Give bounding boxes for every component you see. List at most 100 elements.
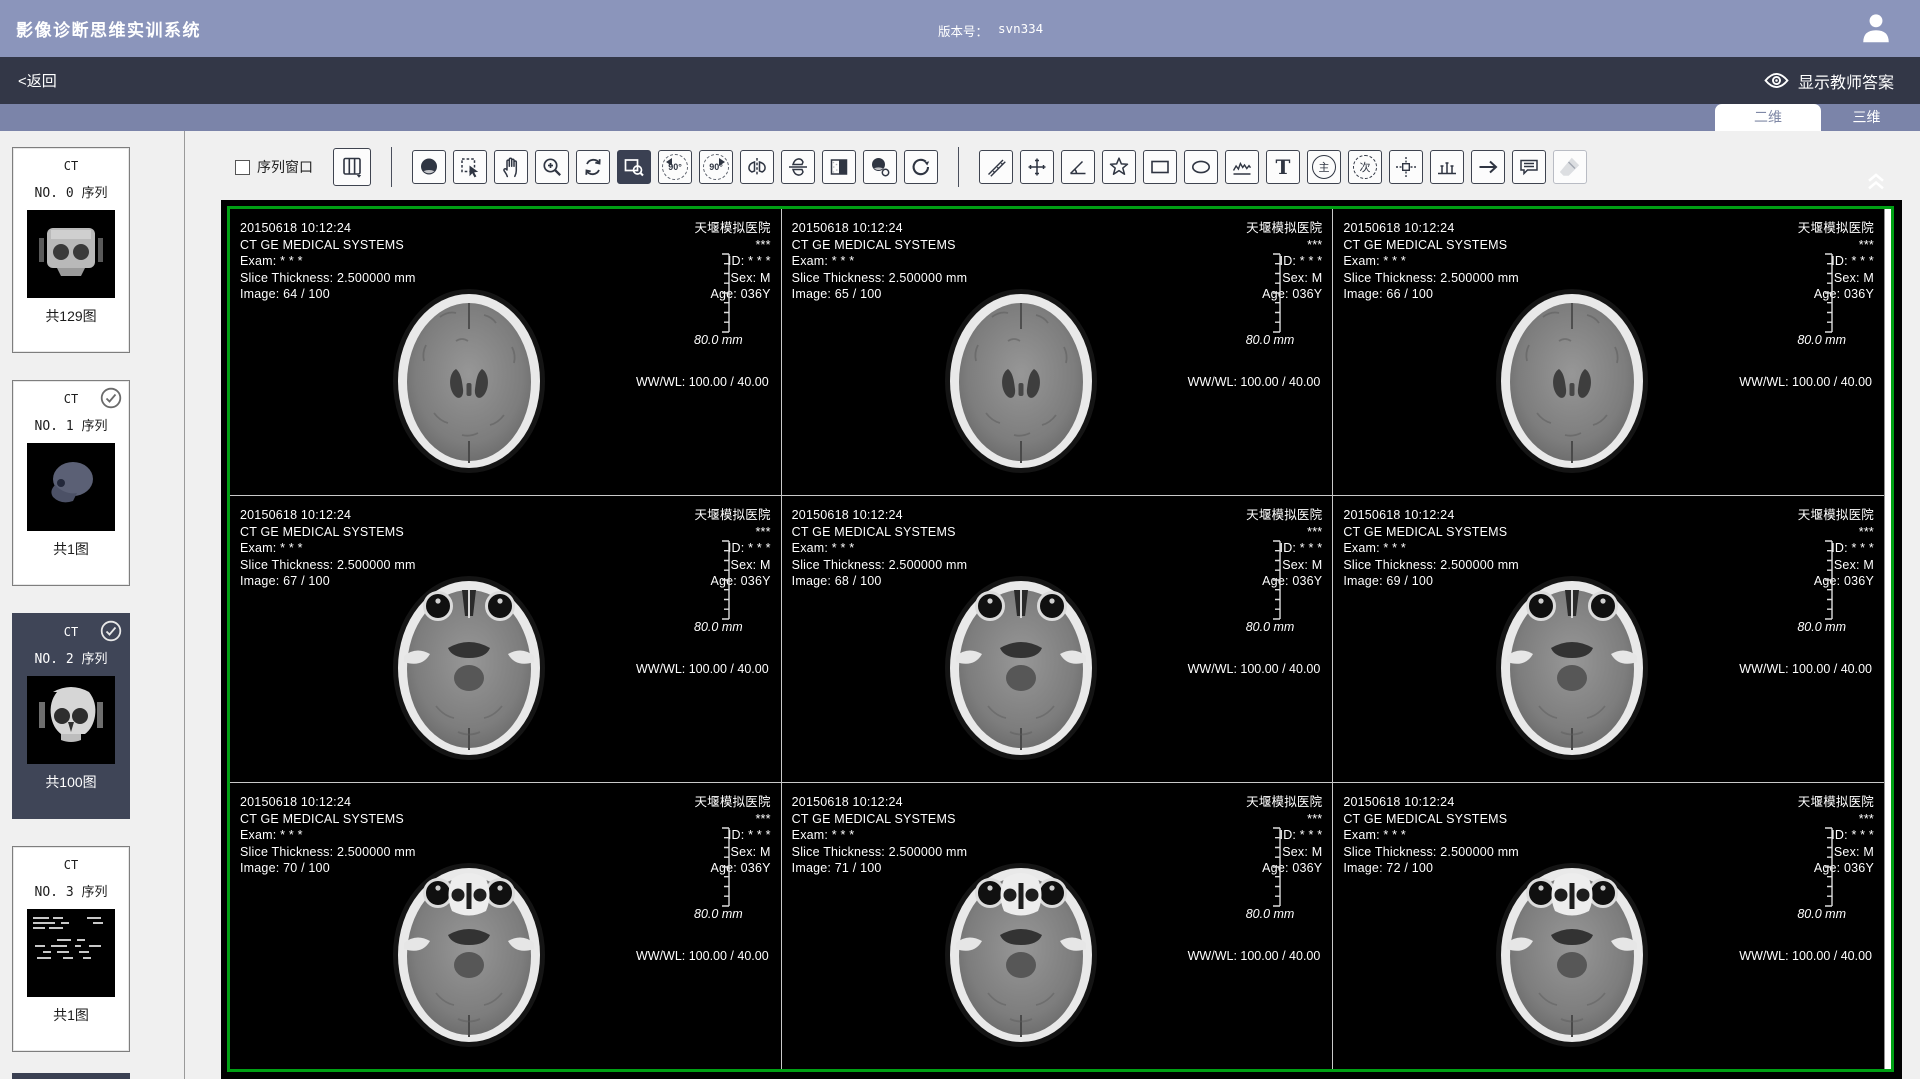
tool-measure-curve[interactable] <box>1225 150 1259 184</box>
version-value: svn334 <box>998 21 1043 40</box>
tool-text-tool[interactable]: T <box>1266 150 1300 184</box>
tool-measure-rect[interactable] <box>1143 150 1177 184</box>
series-image-count: 共100图 <box>13 772 129 792</box>
ct-slice-image <box>940 857 1102 1049</box>
patient-id: ID: * * * <box>694 827 770 844</box>
mark-secondary-glyph: 次 <box>1353 155 1377 179</box>
patient-sex: Sex: M <box>1798 270 1874 287</box>
patient-age: Age: 036Y <box>1246 286 1322 303</box>
series-card[interactable]: CT NO. 3 序列 共1图 <box>12 846 130 1052</box>
viewport-cell[interactable]: 20150618 10:12:24 CT GE MEDICAL SYSTEMS … <box>782 209 1333 495</box>
content-area: CT NO. 0 序列 共129图 CT <box>0 131 1920 1079</box>
acquisition-datetime: 20150618 10:12:24 <box>240 220 416 237</box>
series-card[interactable]: CT NO. 2 序列 共100图 <box>12 613 130 819</box>
partially-visible-series-card[interactable] <box>12 1073 130 1079</box>
patient-name-masked: *** <box>1798 237 1874 254</box>
tool-rotate-90-cw[interactable]: 90° <box>699 150 733 184</box>
tool-rotate-arrows[interactable] <box>576 150 610 184</box>
tool-measure-cross[interactable] <box>1020 150 1054 184</box>
show-teacher-answer-button[interactable]: 显示教师答案 <box>1764 69 1894 93</box>
hospital-name: 天堰模拟医院 <box>694 794 770 811</box>
tool-comment-tool[interactable] <box>1512 150 1546 184</box>
scale-label: 80.0 mm <box>694 907 743 921</box>
viewport-cell[interactable]: 20150618 10:12:24 CT GE MEDICAL SYSTEMS … <box>1333 209 1884 495</box>
tool-window-level-ball[interactable] <box>412 150 446 184</box>
tool-zoom-in[interactable] <box>535 150 569 184</box>
viewport-cell[interactable]: 20150618 10:12:24 CT GE MEDICAL SYSTEMS … <box>230 209 781 495</box>
pan-hand-icon <box>499 155 523 179</box>
tool-arrow-tool[interactable] <box>1471 150 1505 184</box>
tool-reset-view[interactable] <box>904 150 938 184</box>
series-card[interactable]: CT NO. 0 序列 共129图 <box>12 147 130 353</box>
tab-3d[interactable]: 三维 <box>1821 104 1912 131</box>
viewport-cell[interactable]: 20150618 10:12:24 CT GE MEDICAL SYSTEMS … <box>782 783 1333 1069</box>
viewport-cell[interactable]: 20150618 10:12:24 CT GE MEDICAL SYSTEMS … <box>782 496 1333 782</box>
ct-slice-image <box>388 283 550 475</box>
tool-measure-ellipse[interactable] <box>1184 150 1218 184</box>
tool-flip-horizontal[interactable] <box>740 150 774 184</box>
patient-age: Age: 036Y <box>1798 286 1874 303</box>
rotate-arrows-icon <box>581 155 605 179</box>
tool-pseudo-color-ball[interactable] <box>863 150 897 184</box>
checkbox-icon <box>235 160 250 175</box>
series-card[interactable]: CT NO. 1 序列 共1图 <box>12 380 130 586</box>
flip-vertical-icon <box>786 155 810 179</box>
viewport-cell[interactable]: 20150618 10:12:24 CT GE MEDICAL SYSTEMS … <box>230 783 781 1069</box>
tool-measure-angle[interactable] <box>1061 150 1095 184</box>
tool-zoom-region[interactable] <box>617 150 651 184</box>
viewport-cell[interactable]: 20150618 10:12:24 CT GE MEDICAL SYSTEMS … <box>230 496 781 782</box>
scanner-name: CT GE MEDICAL SYSTEMS <box>1343 811 1519 828</box>
tool-rotate-90-ccw[interactable]: 90° <box>658 150 692 184</box>
acquisition-datetime: 20150618 10:12:24 <box>1343 507 1519 524</box>
tab-2d[interactable]: 二维 <box>1715 104 1821 131</box>
measure-ellipse-icon <box>1189 155 1213 179</box>
dicom-info-right: 天堰模拟医院 *** ID: * * * Sex: M Age: 036Y <box>694 507 770 590</box>
tool-layout-columns[interactable] <box>333 148 371 186</box>
acquisition-datetime: 20150618 10:12:24 <box>1343 794 1519 811</box>
viewport-cell[interactable]: 20150618 10:12:24 CT GE MEDICAL SYSTEMS … <box>1333 496 1884 782</box>
series-window-checkbox[interactable]: 序列窗口 <box>235 157 313 177</box>
viewport-cell[interactable]: 20150618 10:12:24 CT GE MEDICAL SYSTEMS … <box>1333 783 1884 1069</box>
checked-icon <box>100 387 122 409</box>
user-avatar-button[interactable] <box>1858 10 1894 46</box>
scale-ruler <box>1268 540 1282 620</box>
window-level-value: WW/WL: 100.00 / 40.00 <box>636 662 769 676</box>
version-label: 版本号： <box>938 21 988 40</box>
measure-rect-icon <box>1148 155 1172 179</box>
tool-pan-hand[interactable] <box>494 150 528 184</box>
window-level-value: WW/WL: 100.00 / 40.00 <box>1188 375 1321 389</box>
tool-mark-primary[interactable]: 主 <box>1307 150 1341 184</box>
scanner-name: CT GE MEDICAL SYSTEMS <box>792 524 968 541</box>
tool-flip-vertical[interactable] <box>781 150 815 184</box>
patient-name-masked: *** <box>694 237 770 254</box>
image-scrollbar[interactable] <box>1884 209 1891 1069</box>
scale-ruler <box>1820 540 1834 620</box>
collapse-toolbar-button[interactable] <box>1862 165 1890 193</box>
patient-sex: Sex: M <box>1246 557 1322 574</box>
ct-slice-image <box>388 857 550 1049</box>
reset-view-icon <box>909 155 933 179</box>
window-level-value: WW/WL: 100.00 / 40.00 <box>1188 662 1321 676</box>
back-button[interactable]: <返回 <box>18 70 57 91</box>
tool-select-arrow[interactable] <box>453 150 487 184</box>
profile-mark-icon <box>1435 155 1459 179</box>
series-thumbnail <box>27 909 115 997</box>
tool-eraser-tool[interactable] <box>1553 150 1587 184</box>
scale-ruler <box>717 540 731 620</box>
tool-center-mark[interactable] <box>1389 150 1423 184</box>
scale-label: 80.0 mm <box>1797 333 1846 347</box>
dicom-info-right: 天堰模拟医院 *** ID: * * * Sex: M Age: 036Y <box>1798 794 1874 877</box>
patient-sex: Sex: M <box>1798 557 1874 574</box>
tool-profile-mark[interactable] <box>1430 150 1464 184</box>
tool-measure-star[interactable] <box>1102 150 1136 184</box>
center-mark-icon <box>1394 155 1418 179</box>
patient-name-masked: *** <box>1798 524 1874 541</box>
tool-mark-secondary[interactable]: 次 <box>1348 150 1382 184</box>
exam-field: Exam: * * * <box>240 827 416 844</box>
tool-measure-line[interactable] <box>979 150 1013 184</box>
tool-invert-gray[interactable] <box>822 150 856 184</box>
measure-line-icon <box>984 155 1008 179</box>
ct-slice-image <box>1491 857 1653 1049</box>
image-grid: 20150618 10:12:24 CT GE MEDICAL SYSTEMS … <box>230 209 1884 1069</box>
scanner-name: CT GE MEDICAL SYSTEMS <box>792 811 968 828</box>
